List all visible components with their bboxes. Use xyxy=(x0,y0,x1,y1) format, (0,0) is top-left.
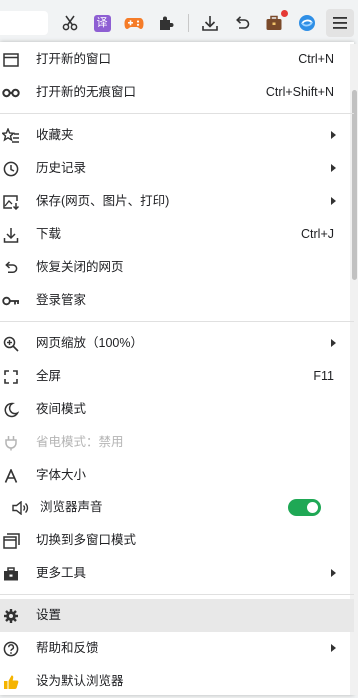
multi-window-icon xyxy=(0,530,22,552)
game-icon[interactable] xyxy=(121,10,147,36)
menu-item-label: 收藏夹 xyxy=(36,128,74,142)
menu-item-default-browser[interactable]: 设为默认浏览器 xyxy=(0,665,354,698)
key-icon xyxy=(0,290,22,312)
menu-divider xyxy=(0,321,354,322)
window-icon xyxy=(0,49,22,71)
menu-item-power-save: 省电模式：禁用 xyxy=(0,426,354,459)
menu-item-label: 保存(网页、图片、打印) xyxy=(36,194,170,208)
menu-item-night-mode[interactable]: 夜间模式 xyxy=(0,393,354,426)
help-icon xyxy=(0,638,22,660)
menu-item-label: 设置 xyxy=(36,608,62,622)
menu-item-label: 全屏 xyxy=(36,369,62,383)
submenu-arrow-icon xyxy=(331,164,336,172)
menu-item-browser-sound[interactable]: 浏览器声音 xyxy=(0,491,354,524)
clock-icon xyxy=(0,158,22,180)
menu-item-label: 打开新的无痕窗口 xyxy=(36,85,137,99)
plug-icon xyxy=(0,432,22,454)
thumbs-up-icon xyxy=(0,671,22,693)
shortcut-label: F11 xyxy=(313,369,334,383)
browser-toolbar: 译 xyxy=(0,0,358,44)
fullscreen-icon xyxy=(0,366,22,388)
save-image-icon xyxy=(0,191,22,213)
download-icon[interactable] xyxy=(197,10,223,36)
menu-item-label: 字体大小 xyxy=(36,468,87,482)
shortcut-label: Ctrl+J xyxy=(301,227,334,241)
speaker-icon xyxy=(10,497,32,519)
toolbar-divider xyxy=(188,14,189,32)
translate-icon[interactable]: 译 xyxy=(89,10,115,36)
sound-toggle[interactable] xyxy=(288,499,321,516)
menu-item-label: 夜间模式 xyxy=(36,402,87,416)
menu-item-font-size[interactable]: 字体大小 xyxy=(0,459,354,492)
submenu-arrow-icon xyxy=(331,197,336,205)
menu-item-label: 设为默认浏览器 xyxy=(36,674,124,688)
menu-item-history[interactable]: 历史记录 xyxy=(0,152,354,185)
menu-item-label: 省电模式：禁用 xyxy=(36,435,124,449)
menu-item-help[interactable]: 帮助和反馈 xyxy=(0,632,354,665)
cut-icon[interactable] xyxy=(57,10,83,36)
menu-item-zoom[interactable]: 网页缩放（100%） xyxy=(0,327,354,360)
menu-item-label: 打开新的窗口 xyxy=(36,52,112,66)
shortcut-label: Ctrl+Shift+N xyxy=(265,85,334,99)
moon-icon xyxy=(0,399,22,421)
notification-dot xyxy=(281,10,288,17)
menu-divider xyxy=(0,113,354,114)
toolbox-icon xyxy=(0,563,22,585)
shortcut-label: Ctrl+N xyxy=(298,52,334,66)
menu-item-save[interactable]: 保存(网页、图片、打印) xyxy=(0,185,354,218)
menu-item-reopen-closed[interactable]: 恢复关闭的网页 xyxy=(0,251,354,284)
submenu-arrow-icon xyxy=(331,339,336,347)
menu-item-new-window[interactable]: 打开新的窗口 Ctrl+N xyxy=(0,43,354,76)
menu-item-label: 登录管家 xyxy=(36,293,87,307)
translate-glyph: 译 xyxy=(93,14,111,32)
menu-item-more-tools[interactable]: 更多工具 xyxy=(0,557,354,590)
zoom-in-icon xyxy=(0,333,22,355)
menu-item-incognito[interactable]: 打开新的无痕窗口 Ctrl+Shift+N xyxy=(0,76,354,109)
download-icon xyxy=(0,224,22,246)
menu-icon xyxy=(333,17,347,29)
menu-item-label: 网页缩放（100%） xyxy=(36,336,143,350)
menu-item-bookmarks[interactable]: 收藏夹 xyxy=(0,119,354,152)
submenu-arrow-icon xyxy=(331,131,336,139)
browser-logo-icon[interactable] xyxy=(294,10,320,36)
font-size-icon xyxy=(0,465,22,487)
address-bar[interactable] xyxy=(0,11,48,35)
menu-item-label: 帮助和反馈 xyxy=(36,641,99,655)
menu-item-label: 浏览器声音 xyxy=(40,500,103,514)
submenu-arrow-icon xyxy=(331,569,336,577)
menu-divider xyxy=(0,594,354,595)
undo-icon[interactable] xyxy=(229,10,255,36)
menu-item-label: 恢复关闭的网页 xyxy=(36,260,124,274)
menu-item-label: 切换到多窗口模式 xyxy=(36,533,137,547)
menu-item-label: 历史记录 xyxy=(36,161,87,175)
menu-item-label: 下载 xyxy=(36,227,62,241)
star-list-icon xyxy=(0,125,22,147)
incognito-icon xyxy=(0,82,22,104)
menu-item-label: 更多工具 xyxy=(36,566,87,580)
menu-item-password-manager[interactable]: 登录管家 xyxy=(0,284,354,317)
menu-item-fullscreen[interactable]: 全屏 F11 xyxy=(0,360,354,393)
extensions-icon[interactable] xyxy=(153,10,179,36)
menu-item-downloads[interactable]: 下载 Ctrl+J xyxy=(0,218,354,251)
gear-icon xyxy=(0,605,22,627)
submenu-arrow-icon xyxy=(331,644,336,652)
undo-icon xyxy=(0,257,22,279)
menu-item-settings[interactable]: 设置 xyxy=(0,599,354,632)
main-menu-button[interactable] xyxy=(326,9,354,37)
menu-item-multi-window[interactable]: 切换到多窗口模式 xyxy=(0,524,354,557)
